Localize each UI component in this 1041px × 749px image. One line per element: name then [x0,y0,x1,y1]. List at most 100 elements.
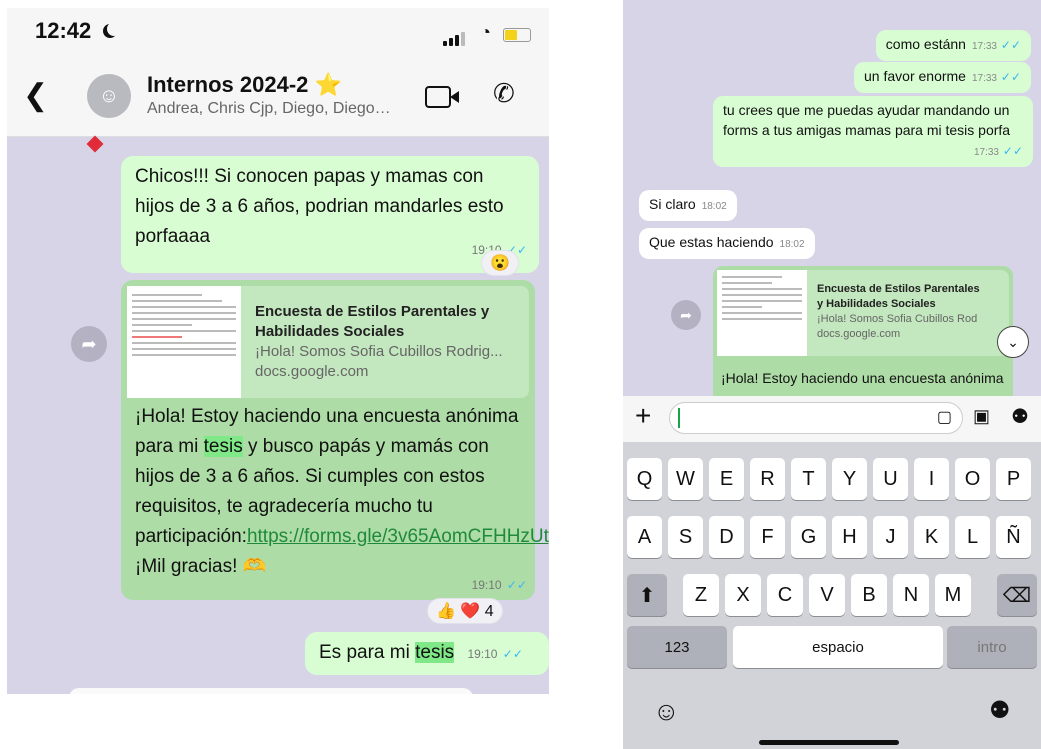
message-input[interactable]: ▢ [669,402,963,434]
text-caret [678,408,680,428]
preview-domain: docs.google.com [817,328,901,340]
read-ticks-icon: ✓✓ [1000,70,1021,84]
message-reaction[interactable]: 😮 [481,250,519,276]
key-m[interactable]: M [935,574,971,616]
signal-icon [443,32,465,46]
preview-title: Encuesta de Estilos Parentales y Habilid… [255,303,490,340]
status-bar: 12:42 ◔ [7,8,549,56]
enter-key[interactable]: intro [947,626,1037,668]
key-w[interactable]: W [668,458,703,500]
key-g[interactable]: G [791,516,826,558]
link-preview[interactable]: Encuesta de Estilos Parentales y Habilid… [717,270,1009,356]
key-v[interactable]: V [809,574,845,616]
key-e[interactable]: E [709,458,744,500]
key-j[interactable]: J [873,516,908,558]
preview-domain: docs.google.com [255,363,369,380]
key-a[interactable]: A [627,516,662,558]
back-chevron-icon[interactable]: ❮ [23,78,48,113]
dictation-icon[interactable]: ⚉ [989,696,1011,725]
key-y[interactable]: Y [832,458,867,500]
key-h[interactable]: H [832,516,867,558]
battery-icon [503,28,531,42]
message-text: tu crees que me puedas ayudar mandando u… [723,102,1011,138]
forward-icon[interactable]: ➦ [71,326,107,362]
message-text: Es para mi [319,642,416,663]
read-ticks-icon: ✓✓ [502,647,523,661]
key-k[interactable]: K [914,516,949,558]
message-time: 19:10 [471,578,502,592]
message-time: 18:02 [701,201,727,212]
message-text: un favor enorme [864,68,966,84]
key-s[interactable]: S [668,516,703,558]
preview-description: ¡Hola! Somos Sofia Cubillos Rod [817,313,978,325]
message-bubble[interactable]: Es para mi tesis 19:10 ✓✓ [305,632,549,675]
message-bubble[interactable]: tu crees que me puedas ayudar mandando u… [713,96,1033,167]
phone-call-icon[interactable]: ✆ [493,78,515,109]
camera-icon[interactable]: ▣ [973,406,990,427]
form-link[interactable]: https://forms.gle/3v65AomCFHHzUtgk9 [247,526,549,547]
highlighted-word: tesis [415,642,455,663]
plus-icon[interactable]: + [635,400,651,432]
key-l[interactable]: L [955,516,990,558]
emoji-icon[interactable]: ☺ [653,696,680,727]
key-t[interactable]: T [791,458,826,500]
message-reaction[interactable]: 👍 ❤️ 4 [427,598,503,624]
key-f[interactable]: F [750,516,785,558]
video-call-icon[interactable] [425,86,451,108]
message-bubble[interactable]: Chicos!!! Si conocen papas y mamas con h… [121,156,539,273]
key-z[interactable]: Z [683,574,719,616]
message-time: 17:33 [971,41,997,52]
forward-icon[interactable]: ➦ [671,300,701,330]
key-b[interactable]: B [851,574,887,616]
key-x[interactable]: X [725,574,761,616]
message-time: 19:10 [467,647,498,661]
scroll-down-chevron-icon[interactable]: ⌄ [997,326,1029,358]
space-key[interactable]: espacio [733,626,943,668]
key-c[interactable]: C [767,574,803,616]
right-chat-screen: como estánn 17:33 ✓✓ un favor enorme 17:33… [623,0,1041,749]
key-p[interactable]: P [996,458,1031,500]
key-q[interactable]: Q [627,458,662,500]
wifi-icon: ◔ [480,22,491,42]
incoming-message[interactable]: Si claro 18:02 [639,190,737,221]
home-indicator [759,740,899,745]
key-i[interactable]: I [914,458,949,500]
link-preview[interactable]: Encuesta de Estilos Parentales y Habilid… [127,286,529,398]
group-title[interactable]: Internos 2024-2 ⭐ [147,72,342,98]
preview-title: Encuesta de Estilos Parentales y Habilid… [817,283,980,310]
read-ticks-icon: ✓✓ [1002,144,1023,158]
highlighted-word: tesis [203,436,243,457]
message-time: 18:02 [779,239,805,250]
message-input-bar: + ▢ ▣ ⚉ [623,396,1041,442]
microphone-icon[interactable]: ⚉ [1011,404,1029,429]
message-bubble-with-link[interactable]: Encuesta de Estilos Parentales y Habilid… [121,280,549,600]
preview-description: ¡Hola! Somos Sofia Cubillos Rodrig... [255,343,503,360]
shift-key[interactable]: ⬆ [627,574,667,616]
message-text: Que estas haciendo [649,234,774,250]
keyboard: ⬆ ⌫ 123 espacio intro ☺ ⚉ QWERTYUIOP ASDF… [623,442,1041,749]
preview-thumbnail [717,270,807,356]
key-o[interactable]: O [955,458,990,500]
key-d[interactable]: D [709,516,744,558]
key-ñ[interactable]: Ñ [996,516,1031,558]
message-text: ¡Hola! Estoy haciendo una encuesta anóni… [721,370,1004,386]
preview-thumbnail [127,286,241,398]
heart-reaction-icon [86,135,104,153]
backspace-key[interactable]: ⌫ [997,574,1037,616]
message-bubble-with-link[interactable]: Encuesta de Estilos Parentales y Habilid… [713,266,1013,406]
numbers-key[interactable]: 123 [627,626,727,668]
message-bubble[interactable]: un favor enorme 17:33 ✓✓ [854,62,1031,93]
incoming-message[interactable]: Que estas haciendo 18:02 [639,228,815,259]
chat-header: ❮ ☺ Internos 2024-2 ⭐ Andrea, Chris Cjp,… [7,56,549,137]
message-input-edge[interactable] [69,688,473,694]
group-avatar[interactable]: ☺ [87,74,131,118]
sticker-icon[interactable]: ▢ [937,407,952,427]
read-ticks-icon: ✓✓ [1000,38,1021,52]
key-r[interactable]: R [750,458,785,500]
message-bubble[interactable]: como estánn 17:33 ✓✓ [875,30,1031,61]
read-ticks-icon: ✓✓ [506,578,527,592]
key-n[interactable]: N [893,574,929,616]
group-members[interactable]: Andrea, Chris Cjp, Diego, Diego C... [147,100,395,118]
key-u[interactable]: U [873,458,908,500]
left-chat-screen: 12:42 ◔ ❮ ☺ Internos 2024-2 ⭐ Andrea, Ch… [7,8,549,694]
